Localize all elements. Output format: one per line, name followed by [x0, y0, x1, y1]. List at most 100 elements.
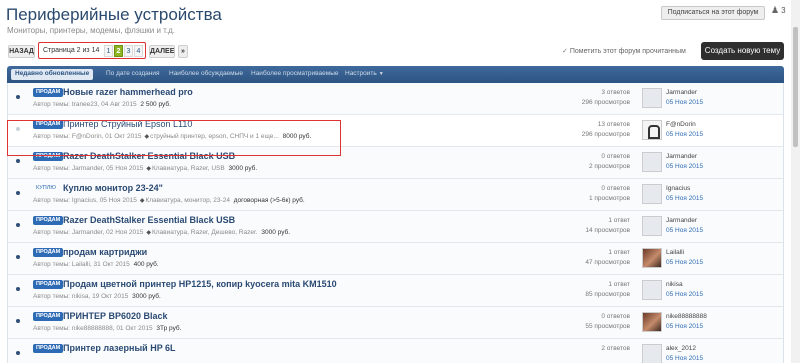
thread-row[interactable]: ПРОДАМ Принтер лазерный HP 6L 2 ответов al… — [8, 339, 783, 363]
page-link-4[interactable]: 4 — [134, 45, 143, 57]
thread-title-link[interactable]: Новые razer hammerhead pro — [63, 87, 193, 97]
thread-prefix-badge[interactable]: ПРОДАМ — [33, 216, 64, 225]
last-post-date[interactable]: 05 Ноя 2015 — [666, 291, 703, 298]
page-link-1[interactable]: 1 — [104, 45, 113, 57]
thread-meta: Автор темы: Jarmander, 05 Ноя 2015 ◆Клави… — [33, 165, 257, 172]
scrollbar-thumb[interactable] — [793, 27, 798, 147]
jump-button[interactable]: » — [178, 45, 188, 58]
avatar[interactable] — [642, 88, 662, 108]
unread-indicator-icon — [16, 159, 20, 163]
last-post-date[interactable]: 05 Ноя 2015 — [666, 195, 703, 202]
tab-customize[interactable]: Настроить ▼ — [341, 69, 388, 80]
last-post-info: Lailalli 05 Ноя 2015 — [666, 248, 703, 268]
thread-meta: Автор темы: Lailalli, 31 Окт 2015 400 ру… — [33, 261, 159, 268]
thread-author-date[interactable]: Автор темы: Jarmander, 05 Ноя 2015 — [33, 165, 143, 172]
reply-count: 0 ответов — [601, 185, 630, 192]
thread-tags[interactable]: Клавиатура, монитор, 23-24 — [145, 197, 230, 204]
thread-meta: Автор темы: tranee23, 04 Авг 2015 2 500 … — [33, 101, 171, 108]
thread-stats: 1 ответ 47 просмотров — [556, 248, 630, 268]
thread-title-link[interactable]: Razer DeathStalker Essential Black USB — [63, 215, 235, 225]
thread-author-date[interactable]: Автор темы: nikisa, 19 Окт 2015 — [33, 293, 128, 300]
last-post-user[interactable]: Jarmander — [666, 89, 697, 96]
thread-prefix-badge[interactable]: ПРОДАМ — [33, 312, 64, 321]
avatar[interactable] — [642, 312, 662, 332]
last-post-user[interactable]: Jarmander — [666, 217, 697, 224]
avatar[interactable] — [642, 184, 662, 204]
reply-count: 0 ответов — [601, 313, 630, 320]
thread-meta: Автор темы: Jarmander, 02 Ноя 2015 ◆Клави… — [33, 229, 290, 236]
last-post-user[interactable]: alex_2012 — [666, 345, 696, 352]
thread-tags[interactable]: Клавиатура, Razer, USB — [152, 165, 225, 172]
last-post-info: Jarmander 05 Ноя 2015 — [666, 216, 703, 236]
last-post-user[interactable]: Ignacius — [666, 185, 690, 192]
thread-stats: 1 ответ 85 просмотров — [556, 280, 630, 300]
thread-stats: 1 ответ 14 просмотров — [556, 216, 630, 236]
tab-most-viewed[interactable]: Наиболее просматриваемые — [247, 69, 343, 80]
thread-prefix-badge[interactable]: ПРОДАМ — [33, 344, 64, 353]
thread-row[interactable]: КУПЛЮ Куплю монитор 23-24" Автор темы: Ign… — [8, 179, 783, 211]
page-link-3[interactable]: 3 — [124, 45, 133, 57]
thread-title-link[interactable]: Продам цветной принтер HP1215, копир kyo… — [63, 279, 337, 289]
page-info: Страница 2 из 14 — [43, 47, 100, 54]
thread-title-link[interactable]: ПРИНТЕР BP6020 Black — [63, 311, 167, 321]
mark-read-link[interactable]: ✓ Пометить этот форум прочитанным — [562, 47, 686, 55]
thread-prefix-badge[interactable]: ПРОДАМ — [33, 248, 64, 257]
thread-row[interactable]: ПРОДАМ продам картриджи Автор темы: Lailal… — [8, 243, 783, 275]
reply-count: 3 ответов — [601, 89, 630, 96]
last-post-info: nikisa 05 Ноя 2015 — [666, 280, 703, 300]
avatar[interactable] — [642, 280, 662, 300]
thread-price: 3000 руб. — [228, 165, 258, 172]
thread-tags[interactable]: Клавиатура, Razer, Дешево, Razer. — [152, 229, 258, 236]
reply-count: 1 ответ — [608, 217, 630, 224]
last-post-user[interactable]: Lailalli — [666, 249, 684, 256]
last-post-date[interactable]: 05 Ноя 2015 — [666, 355, 703, 362]
thread-author-date[interactable]: Автор темы: nike88888888, 01 Окт 2015 — [33, 325, 153, 332]
thread-title-link[interactable]: продам картриджи — [63, 247, 147, 257]
view-count: 85 просмотров — [585, 291, 630, 298]
thread-row[interactable]: ПРОДАМ ПРИНТЕР BP6020 Black Автор темы: ni… — [8, 307, 783, 339]
new-thread-button[interactable]: Создать новую тему — [701, 42, 784, 60]
thread-meta: Автор темы: nikisa, 19 Окт 2015 3000 руб… — [33, 293, 161, 300]
view-count: 14 просмотров — [585, 227, 630, 234]
tab-by-date[interactable]: По дате создания — [102, 69, 164, 80]
thread-prefix-badge[interactable]: ПРОДАМ — [33, 280, 64, 289]
thread-title-link[interactable]: Куплю монитор 23-24" — [63, 183, 163, 193]
avatar[interactable] — [642, 216, 662, 236]
thread-prefix-badge[interactable]: ПРОДАМ — [33, 88, 64, 97]
thread-author-date[interactable]: Автор темы: Ignacius, 05 Ноя 2015 — [33, 197, 137, 204]
thread-prefix-badge[interactable]: КУПЛЮ — [33, 184, 59, 193]
back-button[interactable]: НАЗАД — [8, 45, 35, 58]
last-post-info: F@nDorin 05 Ноя 2015 — [666, 120, 703, 140]
last-post-date[interactable]: 05 Ноя 2015 — [666, 259, 703, 266]
thread-author-date[interactable]: Автор темы: Lailalli, 31 Окт 2015 — [33, 261, 130, 268]
thread-author-date[interactable]: Автор темы: tranee23, 04 Авг 2015 — [33, 101, 137, 108]
avatar[interactable] — [642, 120, 662, 140]
last-post-user[interactable]: Jarmander — [666, 153, 697, 160]
last-post-user[interactable]: nike88888888 — [666, 313, 707, 320]
thread-author-date[interactable]: Автор темы: Jarmander, 02 Ноя 2015 — [33, 229, 143, 236]
thread-price: 3000 руб. — [261, 229, 291, 236]
thread-stats: 13 ответов 296 просмотров — [556, 120, 630, 140]
next-button[interactable]: ДАЛЕЕ — [149, 45, 175, 58]
last-post-date[interactable]: 05 Ноя 2015 — [666, 163, 703, 170]
thread-row[interactable]: ПРОДАМ Продам цветной принтер HP1215, коп… — [8, 275, 783, 307]
avatar[interactable] — [642, 152, 662, 172]
last-post-date[interactable]: 05 Ноя 2015 — [666, 131, 703, 138]
last-post-user[interactable]: nikisa — [666, 281, 683, 288]
subscribe-button[interactable]: Подписаться на этот форум — [661, 6, 765, 20]
avatar[interactable] — [642, 344, 662, 363]
thread-row[interactable]: ПРОДАМ Новые razer hammerhead pro Автор те… — [8, 83, 783, 115]
last-post-user[interactable]: F@nDorin — [666, 121, 696, 128]
last-post-date[interactable]: 05 Ноя 2015 — [666, 99, 703, 106]
tab-recent[interactable]: Недавно обновленные — [11, 69, 94, 80]
page-link-2[interactable]: 2 — [114, 45, 123, 57]
avatar[interactable] — [642, 248, 662, 268]
thread-meta: Автор темы: nike88888888, 01 Окт 2015 3Т… — [33, 325, 181, 332]
tab-most-discussed[interactable]: Наиболее обсуждаемые — [165, 69, 247, 80]
thread-row[interactable]: ПРОДАМ Razer DeathStalker Essential Black… — [8, 211, 783, 243]
watchers-count[interactable]: ♟ 3 — [771, 5, 786, 16]
last-post-date[interactable]: 05 Ноя 2015 — [666, 323, 703, 330]
unread-indicator-icon — [16, 287, 20, 291]
thread-title-link[interactable]: Принтер лазерный HP 6L — [63, 343, 176, 353]
last-post-date[interactable]: 05 Ноя 2015 — [666, 227, 703, 234]
